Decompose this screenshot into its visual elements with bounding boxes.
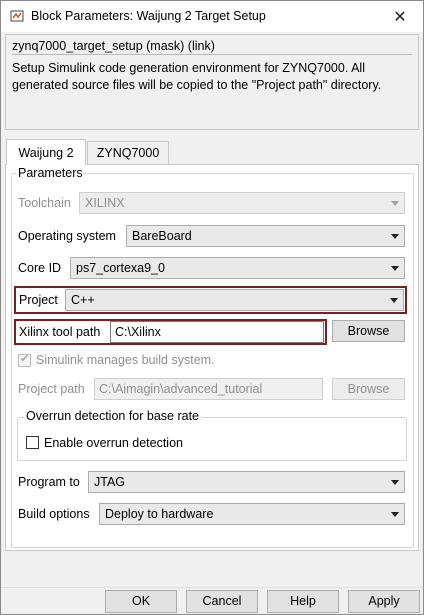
toolchain-value: XILINX (85, 196, 125, 210)
chevron-down-icon (391, 234, 399, 239)
tab-zynq7000[interactable]: ZYNQ7000 (87, 141, 169, 164)
program-to-label: Program to (18, 475, 80, 489)
footer-separator (1, 587, 423, 588)
cancel-button[interactable]: Cancel (186, 590, 258, 613)
xilinx-browse-button[interactable]: Browse (332, 320, 405, 342)
core-id-select[interactable]: ps7_cortexa9_0 (70, 257, 405, 279)
program-to-select[interactable]: JTAG (88, 471, 405, 493)
operating-system-value: BareBoard (132, 229, 192, 243)
project-path-browse-button: Browse (332, 378, 405, 400)
project-path-input: C:\Aimagin\advanced_tutorial (94, 378, 323, 400)
apply-button[interactable]: Apply (348, 590, 420, 613)
tab-waijung-2[interactable]: Waijung 2 (6, 139, 86, 165)
build-options-value: Deploy to hardware (105, 507, 214, 521)
core-id-label: Core ID (18, 261, 62, 275)
operating-system-select[interactable]: BareBoard (126, 225, 405, 247)
core-id-value: ps7_cortexa9_0 (76, 261, 165, 275)
build-options-select[interactable]: Deploy to hardware (99, 503, 405, 525)
project-select[interactable]: C++ (65, 289, 404, 311)
parameters-legend: Parameters (16, 166, 85, 181)
chevron-down-icon (391, 266, 399, 271)
toolchain-select: XILINX (79, 192, 405, 214)
help-button[interactable]: Help (267, 590, 339, 613)
description-box: zynq7000_target_setup (mask) (link) Setu… (5, 34, 419, 130)
project-value: C++ (71, 293, 95, 307)
close-icon: ✕ (393, 8, 407, 26)
build-options-label: Build options (18, 507, 90, 521)
chevron-down-icon (391, 201, 399, 206)
description-text: Setup Simulink code generation environme… (12, 61, 382, 92)
build-system-checkbox: ✔ (18, 353, 31, 367)
overrun-detection-legend: Overrun detection for base rate (24, 409, 202, 424)
chevron-down-icon (391, 480, 399, 485)
program-to-value: JTAG (94, 475, 126, 489)
simulink-block-icon (10, 10, 24, 22)
block-parameters-dialog: Block Parameters: Waijung 2 Target Setup… (0, 0, 424, 615)
check-icon: ✔ (20, 353, 30, 365)
project-path-label: Project path (18, 382, 85, 396)
project-label: Project (19, 293, 58, 307)
overrun-detection-label: Enable overrun detection (44, 436, 183, 450)
toolchain-label: Toolchain (18, 196, 71, 210)
ok-button[interactable]: OK (105, 590, 177, 613)
overrun-detection-checkbox[interactable] (26, 436, 39, 449)
window-title: Block Parameters: Waijung 2 Target Setup (31, 9, 266, 23)
build-system-label: Simulink manages build system. (36, 353, 215, 367)
chevron-down-icon (390, 298, 398, 303)
title-bar[interactable]: Block Parameters: Waijung 2 Target Setup… (1, 1, 423, 32)
operating-system-label: Operating system (18, 229, 116, 243)
close-button[interactable]: ✕ (377, 1, 423, 32)
description-title: zynq7000_target_setup (mask) (link) (12, 38, 412, 55)
xilinx-tool-path-input[interactable]: C:\Xilinx (110, 321, 324, 343)
xilinx-tool-path-label: Xilinx tool path (19, 325, 101, 339)
chevron-down-icon (391, 512, 399, 517)
